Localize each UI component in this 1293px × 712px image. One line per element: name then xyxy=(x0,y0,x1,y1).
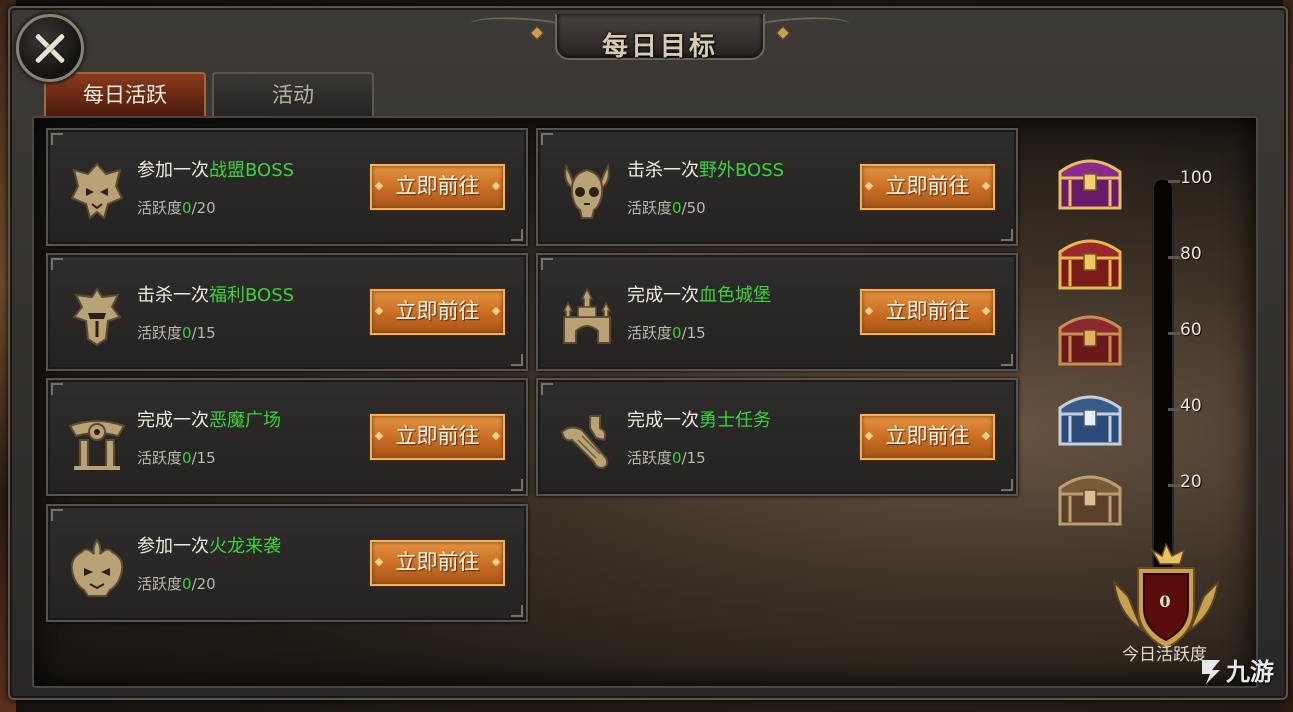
purple-gold-chest-icon[interactable] xyxy=(1054,148,1126,212)
quest-title: 参加一次战盟BOSS xyxy=(137,160,295,181)
quest-title: 参加一次火龙来袭 xyxy=(137,536,281,557)
gauge-tick xyxy=(1168,484,1180,487)
activity-caption: 今日活跃度 xyxy=(1122,645,1207,665)
quest-card-blood-castle: 完成一次血色城堡 活跃度0/15 立即前往 xyxy=(536,253,1018,371)
go-button[interactable]: 立即前往 xyxy=(370,164,505,210)
quest-target: 恶魔广场 xyxy=(209,410,281,431)
daily-goals-window: 每日目标 每日活跃 活动 参加一次战盟BOSS 活跃度0/20 立即前往 击杀一… xyxy=(8,6,1288,700)
quest-progress: 活跃度0/15 xyxy=(137,324,216,342)
gauge-tick-label-40: 40 xyxy=(1180,396,1202,416)
gauge-tick xyxy=(1168,180,1180,183)
content-panel: 参加一次战盟BOSS 活跃度0/20 立即前往 击杀一次野外BOSS 活跃度0/… xyxy=(32,116,1258,688)
quest-card-devil-square: 完成一次恶魔广场 活跃度0/15 立即前往 xyxy=(46,378,528,496)
quest-target: 勇士任务 xyxy=(699,410,771,431)
gauge-tick-label-80: 80 xyxy=(1180,244,1202,264)
scroll-icon xyxy=(560,415,609,470)
quest-progress: 活跃度0/20 xyxy=(137,575,216,593)
gauge-tick-label-100: 100 xyxy=(1180,168,1213,188)
quest-progress: 活跃度0/15 xyxy=(627,324,706,342)
quest-target: 野外BOSS xyxy=(699,160,785,181)
red-gold-chest-icon[interactable] xyxy=(1054,228,1126,292)
title-banner: 每日目标 xyxy=(469,8,851,62)
quest-title: 完成一次血色城堡 xyxy=(627,285,771,306)
go-button[interactable]: 立即前往 xyxy=(370,540,505,586)
jiuyou-logo-icon xyxy=(1202,660,1220,684)
go-button[interactable]: 立即前往 xyxy=(370,414,505,460)
tab-events[interactable]: 活动 xyxy=(212,72,374,117)
quest-progress: 活跃度0/15 xyxy=(137,449,216,467)
gauge-tick xyxy=(1168,256,1180,259)
activity-gauge-bar xyxy=(1152,178,1174,598)
window-title: 每日目标 xyxy=(601,32,718,62)
gauge-tick xyxy=(1168,332,1180,335)
silver-blue-chest-icon[interactable] xyxy=(1054,384,1126,448)
go-button[interactable]: 立即前往 xyxy=(860,289,995,335)
horned-skull-icon xyxy=(564,163,610,219)
knight-helmet-icon xyxy=(72,287,122,347)
quest-target: 火龙来袭 xyxy=(209,536,281,557)
tab-daily-activity[interactable]: 每日活跃 xyxy=(44,72,206,117)
quest-progress: 活跃度0/15 xyxy=(627,449,706,467)
quest-card-field-boss: 击杀一次野外BOSS 活跃度0/50 立即前往 xyxy=(536,128,1018,246)
fire-dragon-icon xyxy=(70,538,124,597)
go-button[interactable]: 立即前往 xyxy=(860,414,995,460)
demon-gate-icon xyxy=(68,420,126,470)
gauge-tick xyxy=(1168,408,1180,411)
activity-value: 0 xyxy=(1159,592,1171,611)
gauge-tick-label-60: 60 xyxy=(1180,320,1202,340)
quest-card-welfare-boss: 击杀一次福利BOSS 活跃度0/15 立即前往 xyxy=(46,253,528,371)
quest-target: 战盟BOSS xyxy=(209,160,295,181)
title-plate: 每日目标 xyxy=(555,14,765,62)
go-button[interactable]: 立即前往 xyxy=(370,289,505,335)
quest-target: 福利BOSS xyxy=(209,285,295,306)
watermark: 九游 xyxy=(1198,652,1274,687)
gauge-tick-label-20: 20 xyxy=(1180,472,1202,492)
demon-mask-icon xyxy=(70,162,124,220)
red-bronze-chest-icon[interactable] xyxy=(1054,304,1126,368)
quest-card-fire-dragon: 参加一次火龙来袭 活跃度0/20 立即前往 xyxy=(46,504,528,622)
quest-card-warrior-task: 完成一次勇士任务 活跃度0/15 立即前往 xyxy=(536,378,1018,496)
quest-card-guild-boss: 参加一次战盟BOSS 活跃度0/20 立即前往 xyxy=(46,128,528,246)
wooden-chest-icon[interactable] xyxy=(1054,464,1126,528)
quest-target: 血色城堡 xyxy=(699,285,771,306)
quest-title: 击杀一次福利BOSS xyxy=(137,285,295,306)
quest-title: 完成一次恶魔广场 xyxy=(137,410,281,431)
quest-title: 击杀一次野外BOSS xyxy=(627,160,785,181)
quest-title: 完成一次勇士任务 xyxy=(627,410,771,431)
close-button[interactable] xyxy=(16,14,84,82)
quest-progress: 活跃度0/50 xyxy=(627,199,706,217)
quest-progress: 活跃度0/20 xyxy=(137,199,216,217)
castle-icon xyxy=(562,287,612,344)
go-button[interactable]: 立即前往 xyxy=(860,164,995,210)
